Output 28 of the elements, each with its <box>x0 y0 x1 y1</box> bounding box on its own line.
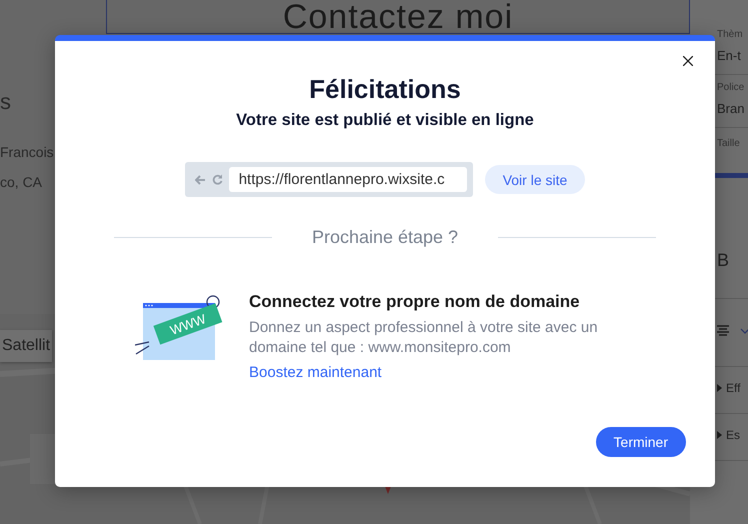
dialog-subtitle: Votre site est publié et visible en ligne <box>236 111 534 130</box>
address-text: s <box>0 94 11 110</box>
finish-button[interactable]: Terminer <box>596 427 686 457</box>
panel-label: Es <box>726 428 740 442</box>
url-field[interactable]: https://florentlannepro.wixsite.c <box>228 167 467 192</box>
address-text: co, CA <box>0 174 42 190</box>
page-heading: Contactez moi <box>282 0 514 33</box>
upgrade-link[interactable]: Boostez maintenant <box>249 364 634 381</box>
panel-label: Police <box>717 82 746 93</box>
address-text: Francois <box>0 144 54 160</box>
panel-value: En-t <box>717 48 742 63</box>
dialog-title: Félicitations <box>309 74 461 105</box>
panel-label: Taille <box>717 138 741 149</box>
bold-toggle[interactable]: B <box>717 250 748 270</box>
align-icon[interactable] <box>717 324 748 336</box>
panel-value: Bran <box>717 101 746 116</box>
close-icon <box>683 56 693 66</box>
triangle-icon[interactable] <box>717 384 722 392</box>
section-divider-label: Prochaine étape ? <box>312 227 458 248</box>
panel-label: Eff <box>726 381 740 395</box>
refresh-icon[interactable] <box>212 174 223 185</box>
back-arrow-icon[interactable] <box>194 174 206 184</box>
panel-label: Thèm <box>717 29 744 40</box>
next-step-description: Donnez un aspect professionnel à votre site avec un domaine tel que : www.monsitepro.com <box>249 318 599 358</box>
triangle-icon[interactable] <box>717 431 722 439</box>
next-step-title: Connectez votre propre nom de domaine <box>249 292 581 312</box>
satellite-button[interactable]: Satellit <box>0 330 52 362</box>
view-site-button[interactable]: Voir le site <box>484 165 586 194</box>
